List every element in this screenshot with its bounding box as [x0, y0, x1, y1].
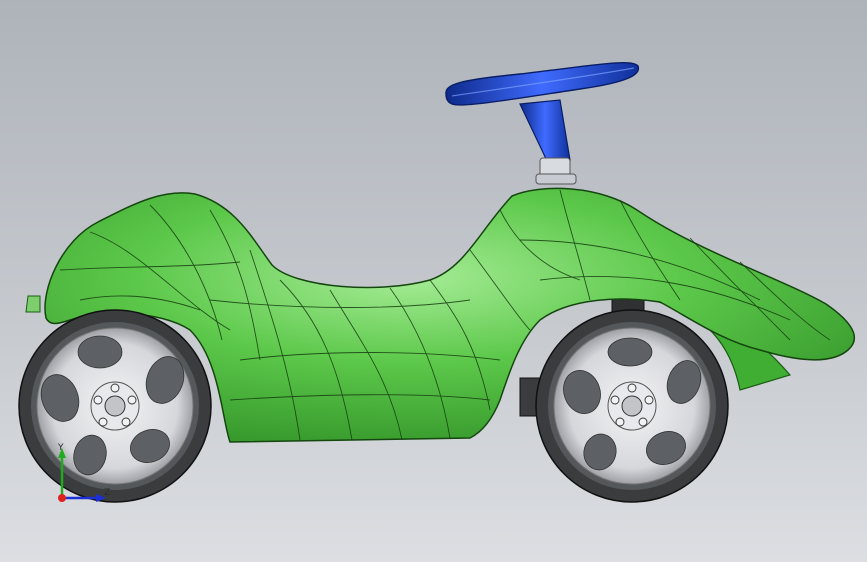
y-axis-label: Y: [57, 443, 64, 453]
front-wheel[interactable]: [535, 309, 729, 503]
z-axis-label: Z: [104, 488, 110, 498]
triad-origin: [58, 494, 66, 502]
ride-on-car-model[interactable]: Y Z: [0, 0, 867, 562]
steering-wheel[interactable]: [445, 62, 640, 185]
3d-viewport[interactable]: Y Z: [0, 0, 867, 562]
rear-wheel[interactable]: [18, 309, 212, 503]
